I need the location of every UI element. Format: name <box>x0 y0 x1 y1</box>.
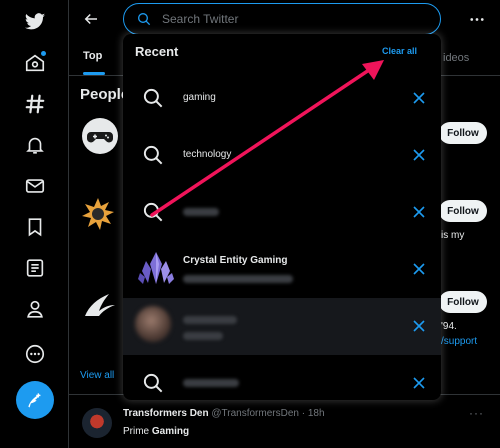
close-icon[interactable] <box>411 90 427 106</box>
compose-icon <box>28 393 41 408</box>
tab-top[interactable]: Top <box>83 50 102 62</box>
redacted-text <box>183 379 239 387</box>
recent-query-text: gaming <box>183 92 216 103</box>
close-icon[interactable] <box>411 318 427 334</box>
search-icon <box>143 88 163 108</box>
close-icon[interactable] <box>411 375 427 391</box>
tweet-text-bold: Gaming <box>151 426 190 437</box>
follow-button[interactable]: Follow <box>439 122 487 144</box>
recent-item[interactable]: gaming <box>123 70 441 127</box>
tab-videos[interactable]: ideos <box>443 52 469 64</box>
tweet-time[interactable]: · 18h <box>302 408 325 419</box>
redacted-text <box>183 275 293 283</box>
search-icon <box>143 202 163 222</box>
home-icon[interactable] <box>17 45 53 81</box>
view-all-link[interactable]: View all <box>80 370 114 381</box>
bookmark-icon[interactable] <box>17 209 53 245</box>
recent-searches-dropdown: Recent Clear all gaming technology Cryst… <box>123 34 441 400</box>
tab-active-indicator <box>83 72 105 75</box>
people-heading: People <box>80 86 130 103</box>
avatar[interactable] <box>82 118 118 154</box>
avatar[interactable] <box>82 408 112 438</box>
close-icon[interactable] <box>411 147 427 163</box>
tweet-text: Prime Gaming <box>123 426 189 437</box>
avatar[interactable] <box>80 196 116 232</box>
recent-query-text: technology <box>183 149 232 160</box>
mail-icon[interactable] <box>17 168 53 204</box>
avatar[interactable] <box>83 290 117 320</box>
recent-account-name: Crystal Entity Gaming <box>183 255 288 266</box>
redacted-text <box>183 316 237 324</box>
follow-button[interactable]: Follow <box>439 200 487 222</box>
recent-heading: Recent <box>135 44 179 59</box>
user-bio-link[interactable]: /support <box>441 336 477 347</box>
tweet-author-handle[interactable]: @TransformersDen <box>211 408 299 419</box>
search-icon <box>138 13 151 26</box>
redacted-text <box>183 208 219 216</box>
tweet-header: Transformers Den @TransformersDen · 18h <box>123 408 325 419</box>
side-nav <box>0 0 69 448</box>
ellipsis-icon[interactable]: ··· <box>469 406 484 420</box>
clear-all-button[interactable]: Clear all <box>382 46 417 56</box>
bell-icon[interactable] <box>17 127 53 163</box>
profile-icon[interactable] <box>17 291 53 327</box>
notification-dot <box>41 51 46 56</box>
search-icon <box>143 373 163 393</box>
recent-item[interactable]: technology <box>123 127 441 184</box>
list-icon[interactable] <box>17 250 53 286</box>
user-bio-snippet: is my <box>441 230 465 241</box>
ellipsis-icon[interactable] <box>465 8 489 30</box>
compose-tweet-button[interactable] <box>16 381 54 419</box>
search-box[interactable] <box>123 3 441 35</box>
more-circle-icon[interactable] <box>17 336 53 372</box>
twitter-logo-icon[interactable] <box>17 4 53 40</box>
close-icon[interactable] <box>411 204 427 220</box>
follow-button[interactable]: Follow <box>439 291 487 313</box>
tweet-author-name[interactable]: Transformers Den <box>123 408 209 419</box>
avatar <box>138 252 174 284</box>
close-icon[interactable] <box>411 261 427 277</box>
recent-account-item[interactable] <box>123 298 441 355</box>
recent-item[interactable] <box>123 184 441 241</box>
back-arrow-icon[interactable] <box>80 8 102 30</box>
user-bio-snippet: '94. <box>441 321 457 332</box>
search-input[interactable] <box>162 9 422 29</box>
tweet-text-plain: Prime <box>123 426 152 437</box>
avatar <box>135 306 171 342</box>
recent-account-item[interactable]: Crystal Entity Gaming <box>123 241 441 298</box>
recent-item[interactable] <box>123 355 441 400</box>
search-icon <box>143 145 163 165</box>
redacted-text <box>183 332 223 340</box>
hashtag-icon[interactable] <box>17 86 53 122</box>
